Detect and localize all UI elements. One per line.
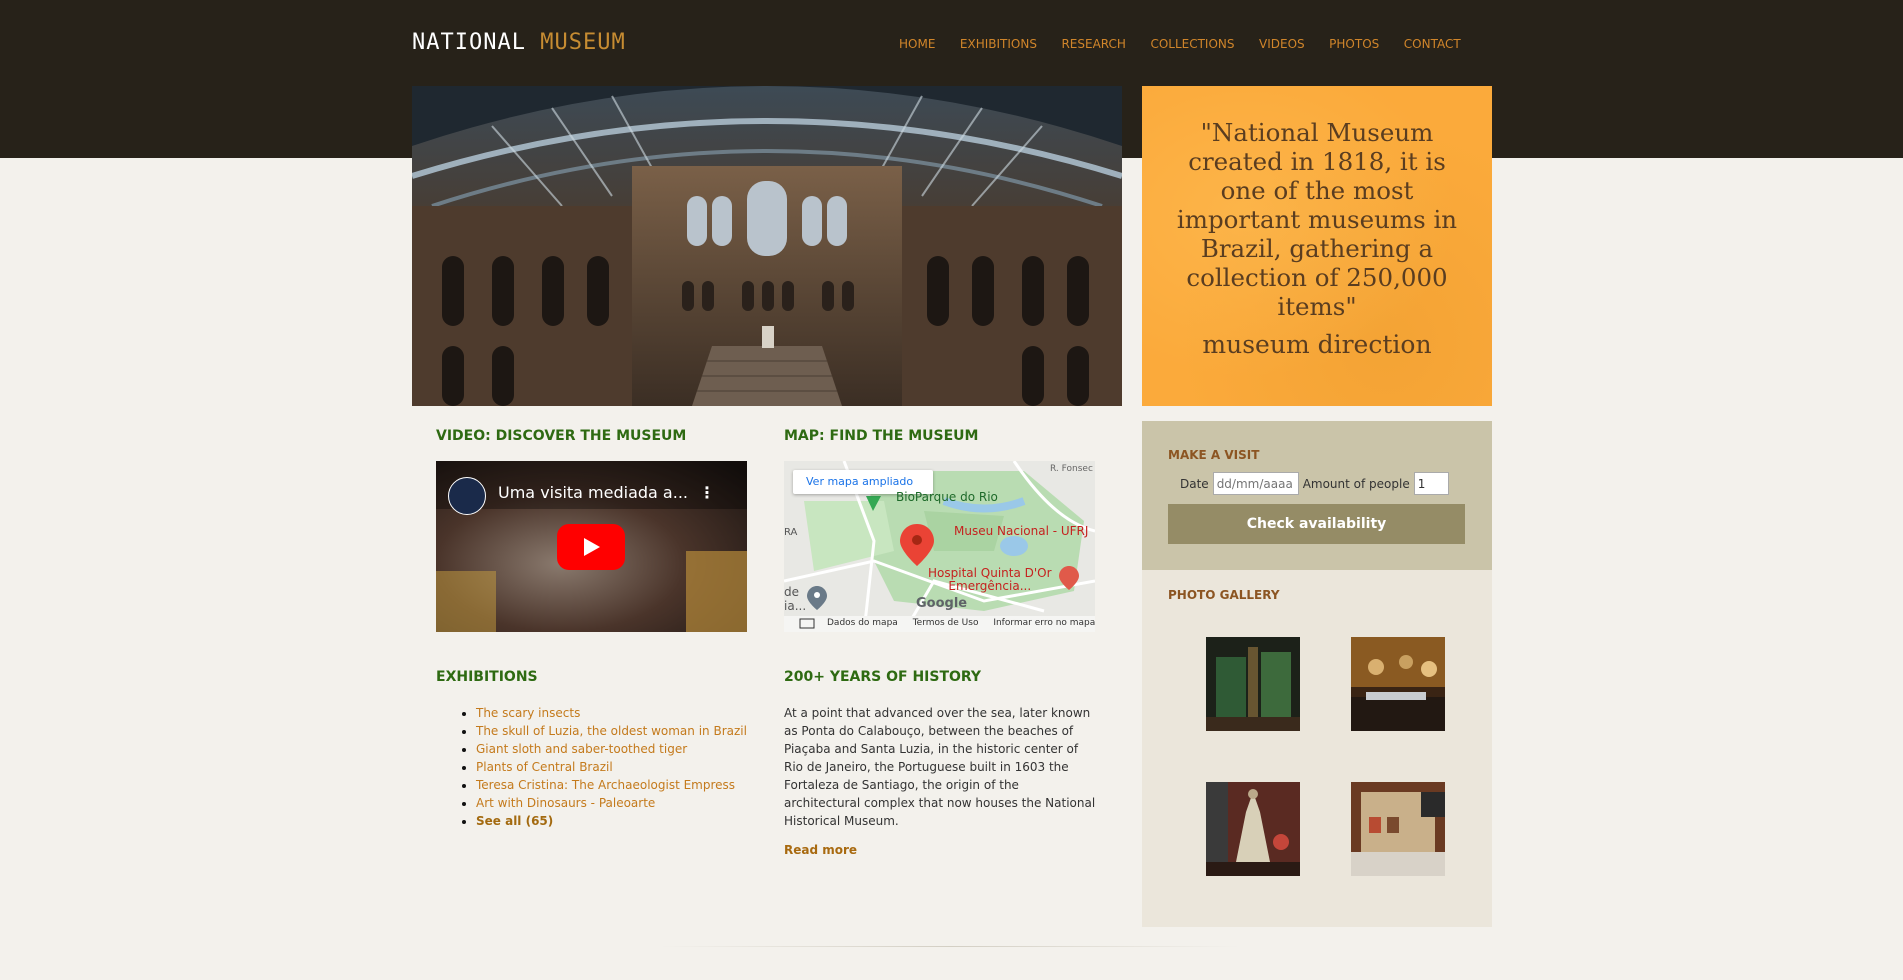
museum-quote: "National Museum created in 1818, it is … <box>1142 86 1492 406</box>
history-section-title: 200+ YEARS OF HISTORY <box>784 669 982 685</box>
more-options-icon[interactable]: ⋮ <box>699 483 715 502</box>
exhibition-link[interactable]: Art with Dinosaurs - Paleoarte <box>476 794 747 812</box>
exhibition-link[interactable]: Plants of Central Brazil <box>476 758 747 776</box>
map-edge-label-2b: ia... <box>784 599 807 613</box>
exhibition-link[interactable]: Teresa Cristina: The Archaeologist Empre… <box>476 776 747 794</box>
map-edge-label-1: RA <box>784 527 798 538</box>
nav-contact[interactable]: CONTACT <box>1404 37 1461 51</box>
google-logo: Google <box>916 596 968 611</box>
quote-text: "National Museum created in 1818, it is … <box>1176 118 1458 321</box>
video-title[interactable]: Uma visita mediada a... <box>498 483 688 502</box>
video-player[interactable]: Uma visita mediada a... ⋮ <box>436 461 747 632</box>
map-terms-link[interactable]: Termos de Uso <box>913 618 979 628</box>
history-text: At a point that advanced over the sea, l… <box>784 706 1096 828</box>
map-label-hospital-line2: Emergência... <box>948 579 1032 593</box>
nav-photos[interactable]: PHOTOS <box>1329 37 1379 51</box>
gallery-title: PHOTO GALLERY <box>1168 588 1280 602</box>
exhibition-link[interactable]: The skull of Luzia, the oldest woman in … <box>476 722 747 740</box>
map-street-label: R. Fonsec <box>1050 464 1093 474</box>
amount-people-input[interactable] <box>1413 472 1449 495</box>
map-label-bioparque: BioParque do Rio <box>896 490 998 504</box>
map-section-title: MAP: FIND THE MUSEUM <box>784 428 979 444</box>
read-more-link[interactable]: Read more <box>784 843 857 857</box>
gallery-thumb-1[interactable] <box>1206 637 1300 731</box>
make-a-visit-panel: MAKE A VISIT Date Amount of people Check… <box>1142 421 1492 570</box>
gallery-thumb-3[interactable] <box>1206 782 1300 876</box>
see-all-exhibitions-link[interactable]: See all (65) <box>476 812 747 830</box>
video-section-title: VIDEO: DISCOVER THE MUSEUM <box>436 428 687 444</box>
site-logo[interactable]: NATIONAL MUSEUM <box>412 30 626 55</box>
map-footer: Dados do mapa Termos de Uso Informar err… <box>827 618 1095 628</box>
exhibition-link[interactable]: The scary insects <box>476 704 747 722</box>
logo-word-national: NATIONAL <box>412 30 526 55</box>
gallery-thumb-2[interactable] <box>1351 637 1445 731</box>
date-label: Date <box>1180 476 1209 491</box>
map-label-museu-nacional[interactable]: Museu Nacional - UFRJ <box>954 524 1088 538</box>
photo-gallery: PHOTO GALLERY <box>1142 570 1492 927</box>
map-edge-label-2a: de <box>784 585 799 599</box>
nav-collections[interactable]: COLLECTIONS <box>1150 37 1234 51</box>
nav-videos[interactable]: VIDEOS <box>1259 37 1305 51</box>
main-nav: HOME EXHIBITIONS RESEARCH COLLECTIONS VI… <box>899 37 1485 51</box>
channel-avatar[interactable] <box>448 477 486 515</box>
exhibitions-section-title: EXHIBITIONS <box>436 669 538 685</box>
visit-title: MAKE A VISIT <box>1168 448 1260 462</box>
map-data-link[interactable]: Dados do mapa <box>827 618 898 628</box>
map-edge-label-2: de ia... <box>784 585 806 613</box>
exhibition-link[interactable]: Giant sloth and saber-toothed tiger <box>476 740 747 758</box>
nav-exhibitions[interactable]: EXHIBITIONS <box>960 37 1037 51</box>
logo-word-museum: MUSEUM <box>540 30 626 55</box>
exhibitions-list: The scary insects The skull of Luzia, th… <box>476 704 747 830</box>
nav-research[interactable]: RESEARCH <box>1061 37 1125 51</box>
gallery-thumb-4[interactable] <box>1351 782 1445 876</box>
date-input[interactable] <box>1212 472 1299 495</box>
play-icon <box>584 538 600 556</box>
nav-home[interactable]: HOME <box>899 37 935 51</box>
hero-image <box>412 86 1122 406</box>
quote-signature: museum direction <box>1202 330 1432 359</box>
play-button[interactable] <box>557 524 625 570</box>
map-report-link[interactable]: Informar erro no mapa <box>993 618 1095 628</box>
embedded-map[interactable]: Ver mapa ampliado BioParque do Rio Museu… <box>784 461 1095 632</box>
map-label-hospital: Hospital Quinta D'Or Emergência... <box>928 567 1052 593</box>
amount-label: Amount of people <box>1302 476 1410 491</box>
visit-form-row: Date Amount of people <box>1180 472 1453 495</box>
check-availability-button[interactable]: Check availability <box>1168 504 1465 544</box>
footer-divider <box>660 946 1240 947</box>
